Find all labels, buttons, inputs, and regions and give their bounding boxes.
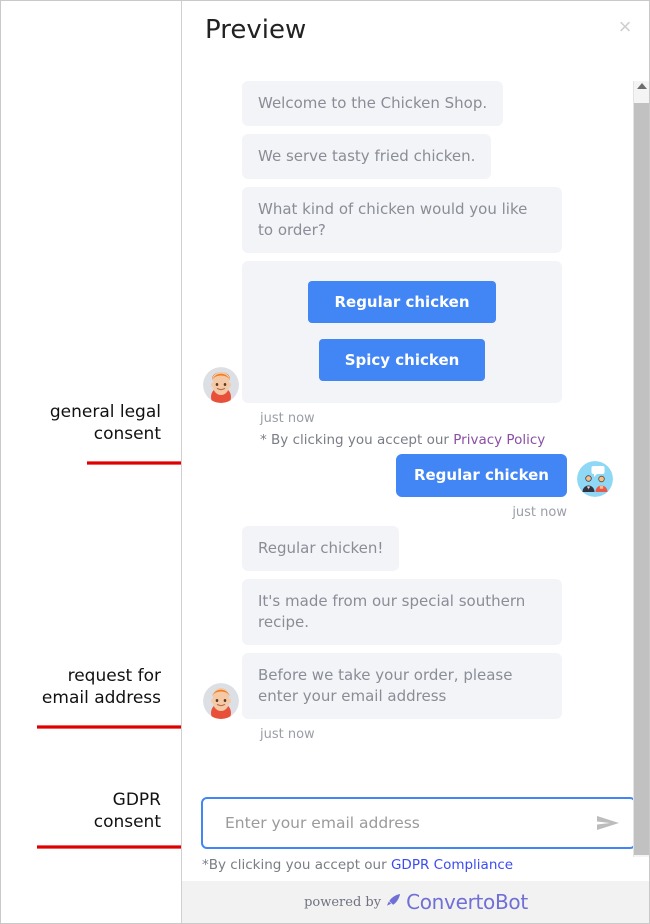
bot-message-bubble: Before we take your order, please enter … bbox=[242, 653, 562, 719]
page-title: Preview bbox=[205, 15, 307, 45]
avatar-slot bbox=[200, 533, 242, 571]
message-timestamp: just now bbox=[512, 505, 567, 520]
message-row-bot: Before we take your order, please enter … bbox=[200, 653, 616, 719]
panel-header: Preview × bbox=[182, 1, 649, 63]
message-row-bot: Welcome to the Chicken Shop. bbox=[200, 81, 616, 126]
bot-message-bubble: Regular chicken! bbox=[242, 526, 400, 571]
user-message-bubble: Regular chicken bbox=[395, 454, 567, 497]
input-wrapper bbox=[201, 797, 636, 849]
bot-message-bubble: It's made from our special southern reci… bbox=[242, 579, 562, 645]
message-row-bot: It's made from our special southern reci… bbox=[200, 579, 616, 645]
vertical-scrollbar[interactable] bbox=[633, 81, 649, 857]
message-timestamp: just now bbox=[260, 411, 315, 426]
avatar-slot bbox=[200, 215, 242, 253]
message-row-bot: Regular chicken! bbox=[200, 526, 616, 571]
bot-message-bubble: What kind of chicken would you like to o… bbox=[242, 187, 562, 253]
send-icon[interactable] bbox=[596, 812, 620, 834]
gdpr-prefix-text: *By clicking you accept our bbox=[202, 857, 391, 873]
quick-reply-spicy-chicken-button[interactable]: Spicy chicken bbox=[318, 339, 486, 381]
brand-name: ConvertoBot bbox=[406, 890, 528, 914]
annotation-request-for-email-address: request for email address bbox=[41, 666, 161, 708]
privacy-policy-link[interactable]: Privacy Policy bbox=[453, 432, 545, 448]
quick-reply-card: Regular chicken Spicy chicken bbox=[242, 261, 562, 403]
composer-area: *By clicking you accept our GDPR Complia… bbox=[182, 797, 649, 923]
email-input[interactable] bbox=[201, 797, 636, 849]
close-icon[interactable]: × bbox=[612, 14, 638, 40]
avatar-slot bbox=[574, 459, 616, 497]
user-avatar bbox=[577, 461, 613, 497]
bot-avatar bbox=[203, 367, 239, 403]
message-list: Welcome to the Chicken Shop. We serve ta… bbox=[182, 63, 649, 742]
annotation-general-legal-consent: general legal consent bbox=[49, 402, 161, 444]
powered-by-footer: powered by ConvertoBot bbox=[182, 881, 649, 923]
privacy-consent-note: * By clicking you accept our Privacy Pol… bbox=[260, 432, 616, 448]
scrollbar-thumb[interactable] bbox=[634, 103, 649, 855]
message-row-bot: What kind of chicken would you like to o… bbox=[200, 187, 616, 253]
message-row-bot-choices: Regular chicken Spicy chicken bbox=[200, 261, 616, 403]
quick-reply-regular-chicken-button[interactable]: Regular chicken bbox=[308, 281, 496, 323]
annotation-gdpr-consent: GDPR consent bbox=[93, 790, 161, 832]
gdpr-consent-note: *By clicking you accept our GDPR Complia… bbox=[182, 849, 649, 881]
bot-message-bubble: We serve tasty fried chicken. bbox=[242, 134, 492, 179]
bot-avatar bbox=[203, 683, 239, 719]
consent-prefix-text: * By clicking you accept our bbox=[260, 432, 454, 448]
avatar-slot bbox=[200, 365, 242, 403]
conversation-scroll-area[interactable]: Welcome to the Chicken Shop. We serve ta… bbox=[182, 63, 649, 858]
message-timestamp: just now bbox=[260, 727, 315, 742]
scroll-up-arrow-icon[interactable] bbox=[637, 83, 647, 89]
avatar-slot bbox=[200, 681, 242, 719]
avatar-slot bbox=[200, 88, 242, 126]
annotation-layer: general legal consent request for email … bbox=[1, 1, 181, 923]
rocket-icon bbox=[386, 893, 401, 912]
message-row-user: Regular chicken bbox=[200, 454, 616, 497]
avatar-slot bbox=[200, 141, 242, 179]
powered-by-label: powered by bbox=[304, 894, 382, 910]
screenshot-root: general legal consent request for email … bbox=[0, 0, 650, 924]
bot-message-bubble: Welcome to the Chicken Shop. bbox=[242, 81, 504, 126]
gdpr-compliance-link[interactable]: GDPR Compliance bbox=[391, 857, 513, 873]
chat-preview-panel: Preview × Welcome to the Chicken Shop. W… bbox=[181, 1, 649, 923]
message-row-bot: We serve tasty fried chicken. bbox=[200, 134, 616, 179]
avatar-slot bbox=[200, 607, 242, 645]
